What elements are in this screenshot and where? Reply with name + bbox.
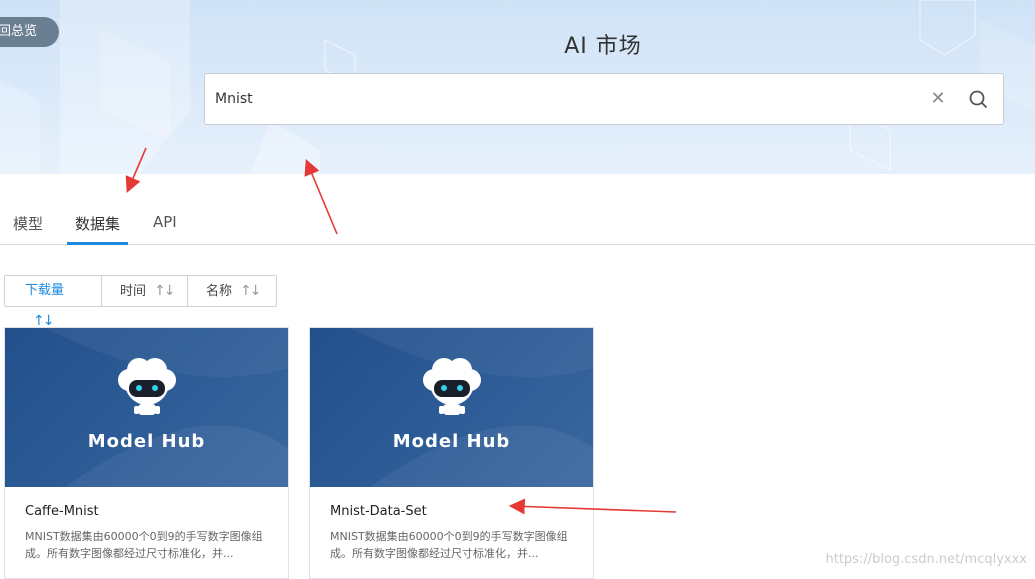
hero-banner: 回总览 AI 市场 ✕ [0, 0, 1035, 174]
sort-label: 名称 [206, 284, 233, 299]
tab-api[interactable]: API [153, 213, 177, 245]
card-description: MNIST数据集由60000个0到9的手写数字图像组成。所有数字图像都经过尺寸标… [330, 530, 568, 560]
page-title: AI 市场 [564, 34, 642, 59]
tab-models[interactable]: 模型 [13, 213, 43, 245]
tab-datasets[interactable]: 数据集 [67, 213, 129, 245]
category-tabs: 模型 数据集 API [0, 205, 1035, 245]
sort-arrows-icon: ↑↓ [154, 283, 176, 299]
card-description: MNIST数据集由60000个0到9的手写数字图像组成。所有数字图像都经过尺寸标… [25, 530, 263, 560]
card-logo-text: Model Hub [87, 431, 206, 452]
model-hub-logo-icon [350, 328, 593, 487]
card-logo-text: Model Hub [392, 431, 511, 452]
card-title[interactable]: Mnist-Data-Set [330, 504, 427, 519]
card-banner: Model Hub [310, 328, 593, 487]
sort-label: 下载量 [25, 283, 65, 298]
search-bar: ✕ [204, 73, 1004, 125]
watermark: https://blog.csdn.net/mcqlyxxx [825, 552, 1027, 567]
dataset-card[interactable]: Model Hub Caffe-Mnist MNIST数据集由60000个0到9… [4, 327, 289, 579]
sort-by-downloads-button[interactable]: 下载量↑↓ [5, 276, 102, 329]
search-icon[interactable] [967, 88, 989, 110]
model-hub-logo-icon [45, 328, 288, 487]
sort-label: 时间 [120, 284, 147, 299]
card-banner: Model Hub [5, 328, 288, 487]
close-icon[interactable]: ✕ [927, 88, 949, 110]
sort-options: 下载量↑↓ 时间 ↑↓ 名称 ↑↓ [4, 275, 277, 329]
card-title[interactable]: Caffe-Mnist [25, 504, 99, 519]
sort-by-time-button[interactable]: 时间 ↑↓ [102, 276, 188, 306]
sort-arrows-icon: ↑↓ [240, 283, 262, 299]
search-input[interactable] [215, 74, 915, 124]
dataset-card[interactable]: Model Hub Mnist-Data-Set MNIST数据集由60000个… [309, 327, 594, 579]
sort-by-name-button[interactable]: 名称 ↑↓ [188, 276, 276, 306]
